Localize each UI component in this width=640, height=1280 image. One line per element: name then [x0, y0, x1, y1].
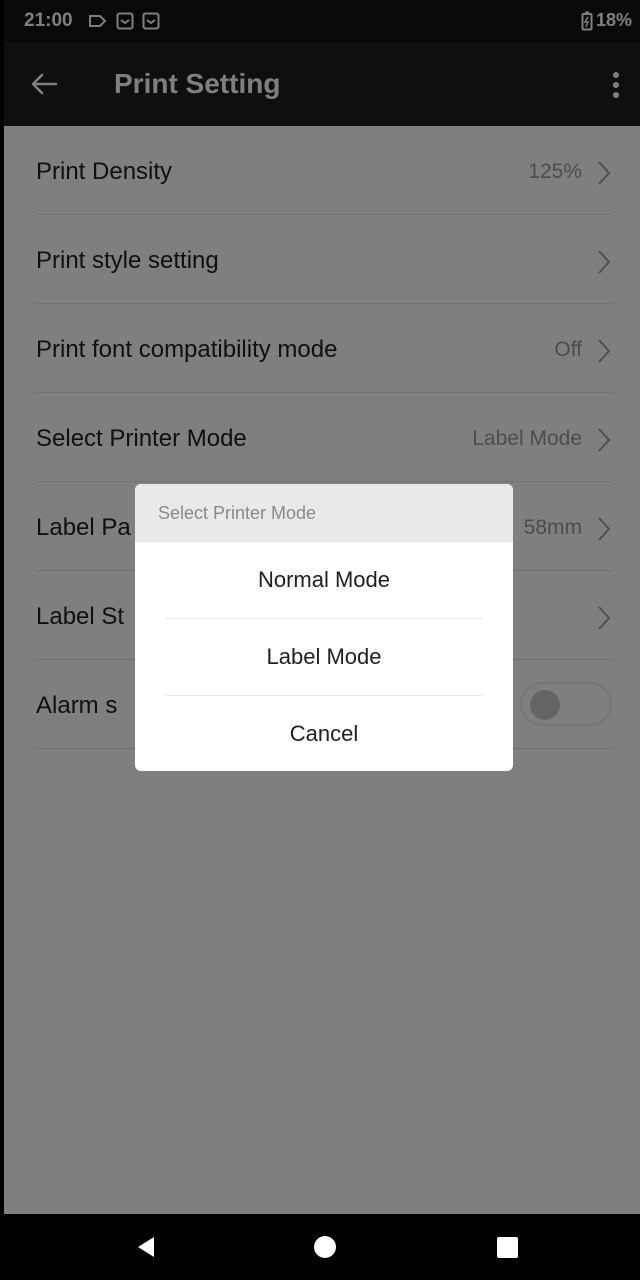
- nav-home-icon[interactable]: [314, 1236, 336, 1258]
- system-nav-bar: [4, 1214, 640, 1280]
- cancel-button[interactable]: Cancel: [165, 696, 483, 771]
- label-mode-option[interactable]: Label Mode: [165, 619, 483, 696]
- nav-back-icon[interactable]: [136, 1236, 156, 1258]
- normal-mode-option[interactable]: Normal Mode: [165, 542, 483, 619]
- dialog-header: Select Printer Mode: [135, 484, 513, 542]
- screen: 21:00 18% Print: [4, 0, 640, 1280]
- printer-mode-dialog: Select Printer Mode Normal Mode Label Mo…: [135, 484, 513, 771]
- dialog-title: Select Printer Mode: [158, 503, 317, 523]
- nav-recents-icon[interactable]: [497, 1237, 518, 1258]
